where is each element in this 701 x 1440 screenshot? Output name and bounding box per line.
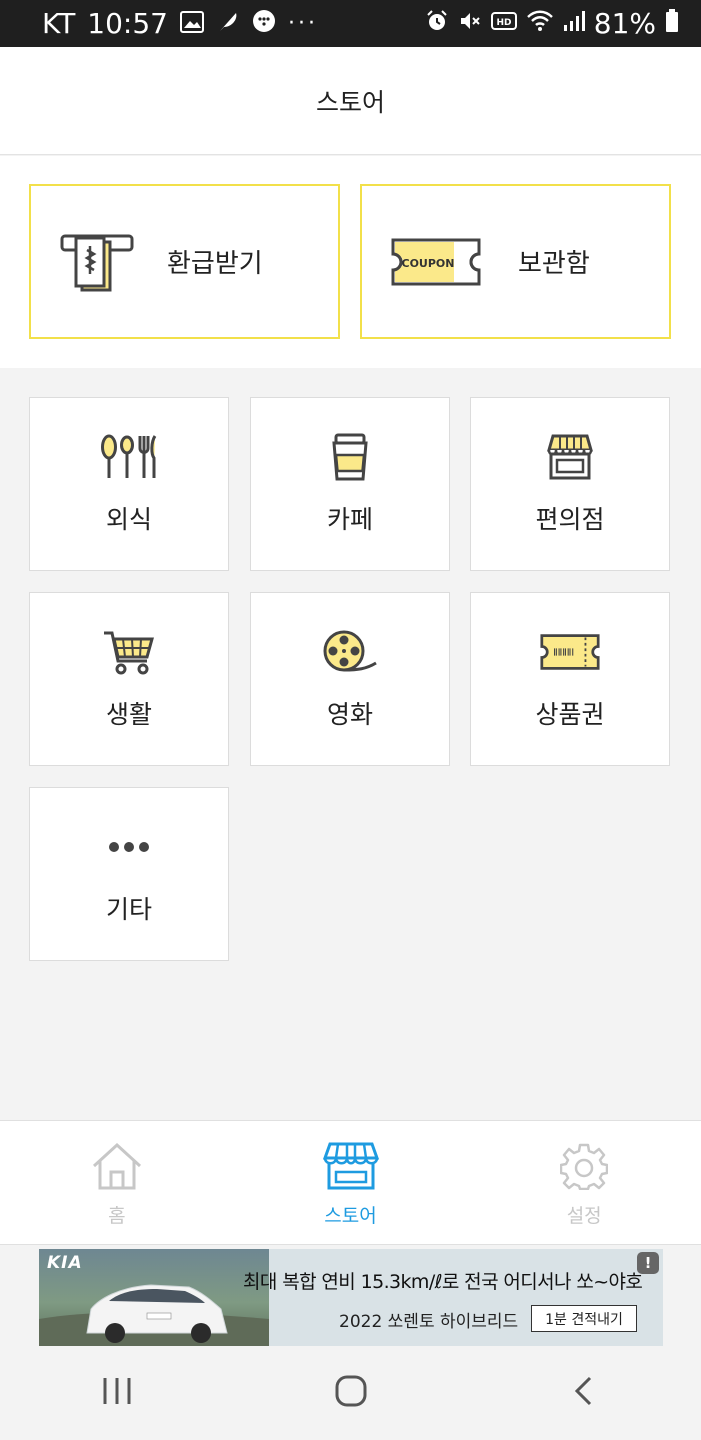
film-reel-icon — [320, 627, 380, 677]
category-label: 기타 — [105, 895, 152, 924]
category-label: 카페 — [326, 505, 373, 534]
coupon-icon: COUPON — [390, 236, 482, 288]
category-label: 생활 — [105, 700, 152, 729]
clock: 10:57 — [87, 7, 168, 40]
category-label: 영화 — [326, 700, 373, 729]
nav-label: 설정 — [566, 1205, 602, 1227]
home-system-button[interactable] — [234, 1374, 468, 1412]
gift-voucher-icon — [540, 627, 600, 677]
feather-app-icon — [216, 7, 240, 40]
mute-icon — [458, 7, 482, 40]
signal-icon — [563, 7, 585, 40]
category-label: 상품권 — [535, 700, 605, 729]
alarm-icon — [425, 7, 449, 40]
settings-gear-icon — [560, 1141, 609, 1191]
ad-banner[interactable]: KIA 최대 복합 연비 15.3km/ℓ로 전국 어디서나 쏘~야호 2022… — [39, 1249, 663, 1346]
ad-info-icon[interactable]: ! — [637, 1252, 659, 1274]
battery-percent: 81% — [593, 7, 656, 40]
refund-button[interactable]: 환급받기 — [29, 184, 340, 339]
storage-box-button[interactable]: COUPON 보관함 — [360, 184, 671, 339]
category-tile-cafe[interactable]: 카페 — [250, 397, 450, 571]
convenience-store-icon — [540, 432, 600, 482]
home-icon — [91, 1141, 143, 1191]
top-actions-section: 환급받기 COUPON 보관함 — [0, 156, 701, 368]
store-icon — [322, 1141, 379, 1191]
system-nav-bar — [0, 1346, 701, 1440]
category-tile-movie[interactable]: 영화 — [250, 592, 450, 766]
svg-text:HD: HD — [496, 18, 511, 28]
battery-icon — [665, 7, 679, 40]
coupon-icon-text: COUPON — [402, 257, 455, 270]
gallery-icon — [180, 7, 204, 40]
category-tile-convenience-store[interactable]: 편의점 — [470, 397, 670, 571]
back-button[interactable] — [467, 1375, 701, 1411]
nav-label: 스토어 — [324, 1205, 377, 1227]
refund-receipt-icon — [59, 230, 135, 294]
hd-voice-icon: HD — [490, 7, 517, 40]
category-tile-gift-voucher[interactable]: 상품권 — [470, 592, 670, 766]
wifi-icon — [526, 7, 554, 40]
messenger-icon — [252, 7, 276, 40]
storage-box-label: 보관함 — [518, 249, 590, 279]
category-tile-living[interactable]: 생활 — [29, 592, 229, 766]
app-header: 스토어 — [0, 47, 701, 155]
nav-home[interactable]: 홈 — [0, 1121, 234, 1244]
nav-label: 홈 — [108, 1205, 126, 1227]
more-dots-icon — [99, 822, 159, 872]
refund-label: 환급받기 — [167, 249, 263, 279]
ad-car-image: KIA — [39, 1249, 269, 1346]
home-circle-icon — [334, 1374, 368, 1412]
category-tile-dining[interactable]: 외식 — [29, 397, 229, 571]
ad-brand-logo: KIA — [47, 1253, 83, 1273]
recent-apps-icon — [101, 1375, 133, 1411]
utensils-icon — [99, 432, 159, 482]
more-notifications-icon: ··· — [288, 11, 318, 36]
nav-settings[interactable]: 설정 — [467, 1121, 701, 1244]
bottom-nav: 홈 스토어 설정 — [0, 1120, 701, 1245]
category-label: 편의점 — [535, 505, 605, 534]
ad-cta-button[interactable]: 1분 견적내기 — [531, 1305, 637, 1332]
category-label: 외식 — [105, 505, 152, 534]
ad-subtitle: 2022 쏘렌토 하이브리드 — [339, 1312, 519, 1332]
ad-headline: 최대 복합 연비 15.3km/ℓ로 전국 어디서나 쏘~야호 — [243, 1271, 643, 1293]
coffee-cup-icon — [320, 432, 380, 482]
category-tile-others[interactable]: 기타 — [29, 787, 229, 961]
back-chevron-icon — [572, 1375, 596, 1411]
shopping-cart-icon — [99, 627, 159, 677]
recent-apps-button[interactable] — [0, 1375, 234, 1411]
nav-store[interactable]: 스토어 — [234, 1121, 468, 1244]
page-title: 스토어 — [315, 87, 385, 117]
carrier-label: KT — [42, 7, 76, 40]
status-bar: KT 10:57 ··· HD 81% — [0, 0, 701, 47]
